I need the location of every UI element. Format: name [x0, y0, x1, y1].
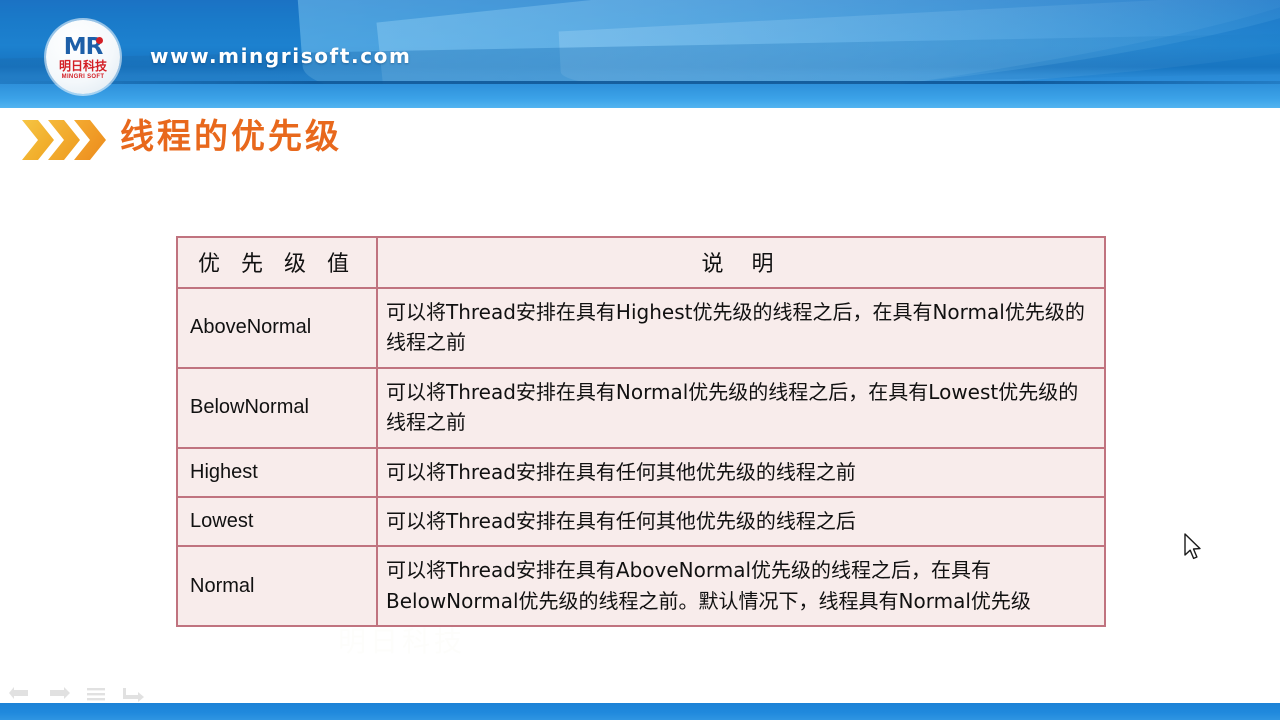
priority-desc-cell: 可以将Thread安排在具有AboveNormal优先级的线程之后，在具有Bel…	[376, 545, 1106, 628]
table-row: Normal 可以将Thread安排在具有AboveNormal优先级的线程之后…	[176, 545, 1106, 628]
priority-name-cell: BelowNormal	[176, 366, 378, 449]
table-header-priority-value: 优 先 级 值	[176, 236, 378, 289]
chevron-triple-right-icon	[20, 118, 116, 162]
table-row: AboveNormal 可以将Thread安排在具有Highest优先级的线程之…	[176, 287, 1106, 369]
table-header-row: 优 先 级 值 说 明	[176, 236, 1106, 289]
page-title: 线程的优先级	[120, 117, 342, 157]
priority-desc-cell: 可以将Thread安排在具有Normal优先级的线程之后，在具有Lowest优先…	[376, 366, 1106, 449]
company-logo: MR 明日科技 MINGRI SOFT	[46, 20, 120, 94]
footer-bar	[0, 703, 1280, 720]
table-row: Highest 可以将Thread安排在具有任何其他优先级的线程之前	[176, 446, 1106, 498]
priority-desc-cell: 可以将Thread安排在具有任何其他优先级的线程之后	[376, 495, 1106, 548]
priority-table: 优 先 级 值 说 明 AboveNormal 可以将Thread安排在具有Hi…	[176, 236, 1106, 628]
priority-desc-cell: 可以将Thread安排在具有Highest优先级的线程之后，在具有Normal优…	[376, 287, 1106, 369]
priority-name-cell: Normal	[176, 545, 378, 628]
slide-canvas: MR 明日科技 MINGRI SOFT www.mingrisoft.com 线…	[0, 0, 1280, 720]
priority-desc-cell: 可以将Thread安排在具有任何其他优先级的线程之前	[376, 446, 1106, 498]
table-row: Lowest 可以将Thread安排在具有任何其他优先级的线程之后	[176, 495, 1106, 548]
mouse-pointer-icon	[1183, 533, 1205, 563]
table-body: AboveNormal 可以将Thread安排在具有Highest优先级的线程之…	[176, 287, 1106, 628]
header-banner: MR 明日科技 MINGRI SOFT www.mingrisoft.com	[0, 0, 1280, 108]
logo-chinese-name: 明日科技	[58, 59, 107, 74]
title-row: 线程的优先级	[0, 112, 1280, 174]
header-bottom-band	[0, 84, 1280, 108]
priority-name-cell: AboveNormal	[176, 287, 378, 369]
table-row: BelowNormal 可以将Thread安排在具有Normal优先级的线程之后…	[176, 366, 1106, 449]
table-header-description: 说 明	[376, 236, 1106, 289]
site-url-text: www.mingrisoft.com	[150, 44, 412, 68]
priority-name-cell: Highest	[176, 446, 378, 498]
priority-name-cell: Lowest	[176, 495, 378, 548]
table-header-description-part1: 说	[701, 252, 731, 277]
watermark-text: 明日科技	[338, 625, 467, 658]
table-header-description-part2: 明	[751, 252, 781, 277]
logo-english-name: MINGRI SOFT	[61, 73, 105, 80]
logo-monogram: MR	[64, 36, 104, 59]
